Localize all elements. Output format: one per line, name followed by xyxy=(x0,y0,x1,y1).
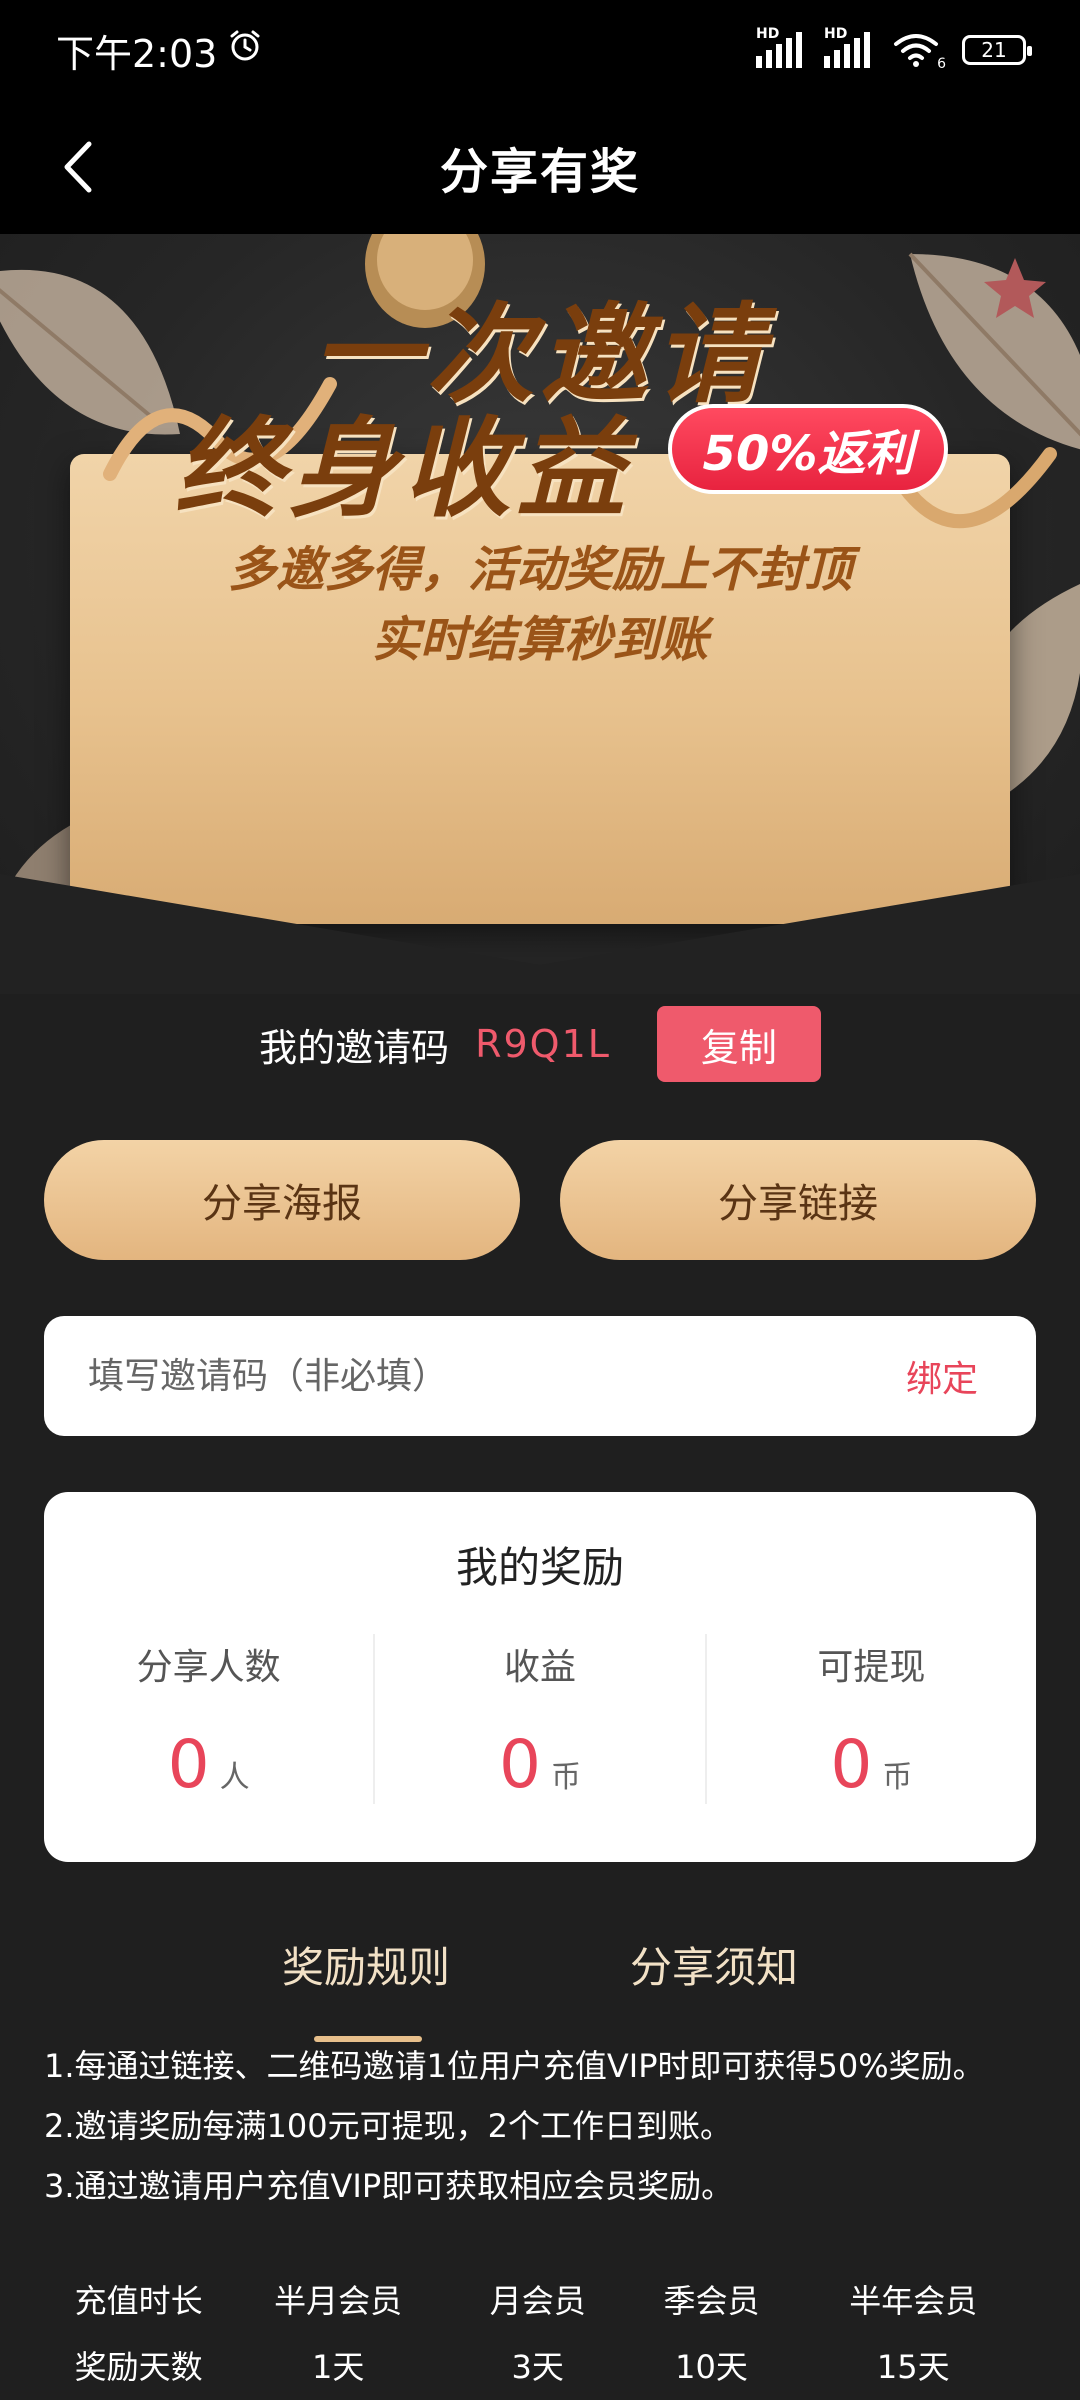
table-cell: 1天 xyxy=(312,2348,365,2386)
stat-earnings: 收益 0 币 xyxy=(375,1634,707,1804)
table-cell: 3天 xyxy=(511,2348,564,2386)
table-row: 充值时长 半月会员 月会员 季会员 半年会员 xyxy=(40,2266,1040,2332)
table-header-cell: 充值时长 xyxy=(74,2282,203,2320)
invite-code-row: 我的邀请码 R9Q1L 复制 xyxy=(0,1006,1080,1082)
stat-withdrawable: 可提现 0 币 xyxy=(707,1634,1036,1804)
share-link-button[interactable]: 分享链接 xyxy=(560,1140,1036,1260)
reward-table: 充值时长 半月会员 月会员 季会员 半年会员 奖励天数 1天 3天 10天 15… xyxy=(40,2266,1040,2398)
rule-item: 1.每通过链接、二维码邀请1位用户充值VIP时即可获得50%奖励。 xyxy=(44,2047,985,2085)
rebate-badge: 50%返利 xyxy=(668,404,948,494)
table-header-cell: 季会员 xyxy=(663,2282,760,2320)
invite-code-value: R9Q1L xyxy=(475,1022,611,1066)
battery-icon: 21 xyxy=(962,35,1032,65)
table-cell: 15天 xyxy=(876,2348,950,2386)
status-bar: 下午2:03 HD HD 6 21 xyxy=(0,0,1080,100)
stat-share-count: 分享人数 0 人 xyxy=(44,1634,376,1804)
back-button[interactable] xyxy=(44,132,114,202)
rules-list: 1.每通过链接、二维码邀请1位用户充值VIP时即可获得50%奖励。 2.邀请奖励… xyxy=(44,2036,1044,2216)
banner-headline-2: 终身收益 xyxy=(175,407,632,532)
tab-reward-rules[interactable]: 奖励规则 xyxy=(282,1934,450,2042)
nav-bar: 分享有奖 xyxy=(0,100,1080,234)
stat-value: 0 xyxy=(830,1726,873,1803)
rule-item: 3.通过邀请用户充值VIP即可获取相应会员奖励。 xyxy=(44,2167,734,2205)
alarm-icon xyxy=(227,28,263,73)
my-rewards-card: 我的奖励 分享人数 0 人 收益 0 币 可提现 0 币 xyxy=(44,1492,1036,1862)
stat-value-row: 0 币 xyxy=(830,1726,912,1803)
share-poster-button[interactable]: 分享海报 xyxy=(44,1140,520,1260)
status-time: 下午2:03 xyxy=(56,31,218,76)
page-title: 分享有奖 xyxy=(439,144,640,200)
wifi-icon: 6 xyxy=(892,32,946,72)
stat-label: 分享人数 xyxy=(136,1647,281,1688)
table-header-cell: 月会员 xyxy=(489,2282,586,2320)
stat-value-row: 0 人 xyxy=(168,1726,250,1803)
stat-value: 0 xyxy=(167,1726,210,1803)
signal-icon: HD xyxy=(756,26,802,68)
chevron-left-icon xyxy=(64,141,92,193)
tab-share-notice[interactable]: 分享须知 xyxy=(630,1934,798,2014)
banner-subtitle-2: 实时结算秒到账 xyxy=(371,612,708,668)
table-row: 奖励天数 1天 3天 10天 15天 xyxy=(40,2332,1040,2398)
invite-code-input[interactable] xyxy=(88,1355,848,1397)
table-cell: 奖励天数 xyxy=(74,2348,203,2386)
bind-button[interactable]: 绑定 xyxy=(906,1350,978,1402)
table-cell: 10天 xyxy=(675,2348,748,2386)
status-left: 下午2:03 xyxy=(56,23,263,78)
rules-tabs: 奖励规则 分享须知 xyxy=(0,1934,1080,2042)
table-header-cell: 半年会员 xyxy=(849,2282,978,2320)
status-right: HD HD 6 21 xyxy=(756,26,1032,72)
rewards-title-wrap: 我的奖励 xyxy=(44,1534,1036,1597)
battery-level: 21 xyxy=(981,38,1007,62)
signal-icon-2: HD xyxy=(824,26,870,68)
rule-item: 2.邀请奖励每满100元可提现，2个工作日到账。 xyxy=(44,2107,732,2145)
invite-code-input-box: 绑定 xyxy=(44,1316,1036,1436)
table-header-cell: 半月会员 xyxy=(274,2282,403,2320)
stat-unit: 币 xyxy=(882,1760,913,1795)
stat-value-row: 0 币 xyxy=(499,1726,581,1803)
signal-hd-label-2: HD xyxy=(824,26,848,42)
rewards-stats: 分享人数 0 人 收益 0 币 可提现 0 币 xyxy=(44,1634,1036,1804)
stat-label: 可提现 xyxy=(817,1647,926,1688)
invite-code-label: 我的邀请码 xyxy=(259,1025,450,1070)
stat-label: 收益 xyxy=(503,1647,576,1688)
rewards-title: 我的奖励 xyxy=(437,1534,629,1597)
stat-unit: 人 xyxy=(219,1760,250,1795)
wifi-badge: 6 xyxy=(937,56,946,72)
signal-hd-label: HD xyxy=(756,26,780,42)
banner-subtitle-1: 多邀多得，活动奖励上不封顶 xyxy=(227,542,852,598)
copy-button[interactable]: 复制 xyxy=(656,1006,821,1082)
stat-value: 0 xyxy=(498,1726,541,1803)
stat-unit: 币 xyxy=(550,1760,581,1795)
